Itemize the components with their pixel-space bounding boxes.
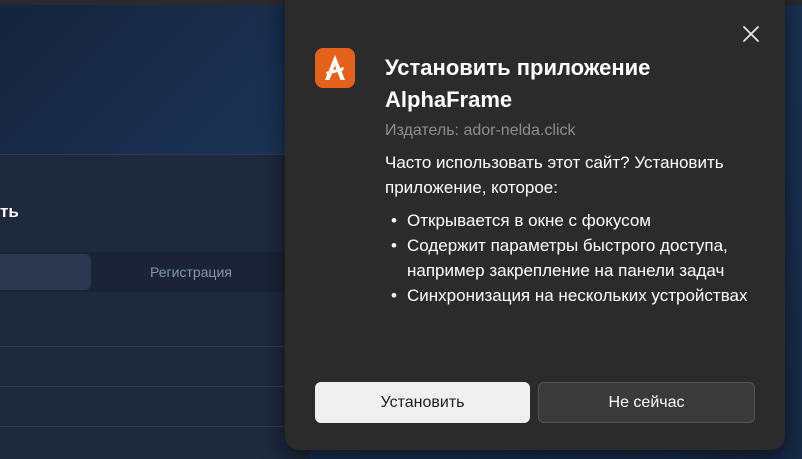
feature-list: Открывается в окне с фокусом Содержит па… xyxy=(389,208,759,308)
feature-item: Синхронизация на нескольких устройствах xyxy=(389,283,759,308)
background-divider xyxy=(0,386,300,387)
feature-item: Открывается в окне с фокусом xyxy=(389,208,759,233)
publisher-text: Издатель: ador-nelda.click xyxy=(385,122,576,139)
install-app-dialog: Установить приложение AlphaFrame Издател… xyxy=(285,0,785,450)
dialog-title: Установить приложение AlphaFrame xyxy=(385,55,651,112)
background-divider xyxy=(0,426,300,427)
close-icon[interactable] xyxy=(737,20,765,48)
alphaframe-logo-icon xyxy=(315,48,355,88)
background-tab-login[interactable] xyxy=(0,254,91,290)
background-divider xyxy=(0,346,300,347)
background-page-panel xyxy=(0,154,310,459)
feature-item: Содержит параметры быстрого доступа, нап… xyxy=(389,233,759,283)
background-tab-register[interactable]: Регистрация xyxy=(150,262,290,282)
install-question: Часто использовать этот сайт? Установить… xyxy=(385,153,724,197)
background-page-title: ть xyxy=(0,202,19,221)
not-now-button[interactable]: Не сейчас xyxy=(538,382,755,423)
install-button[interactable]: Установить xyxy=(315,382,530,423)
